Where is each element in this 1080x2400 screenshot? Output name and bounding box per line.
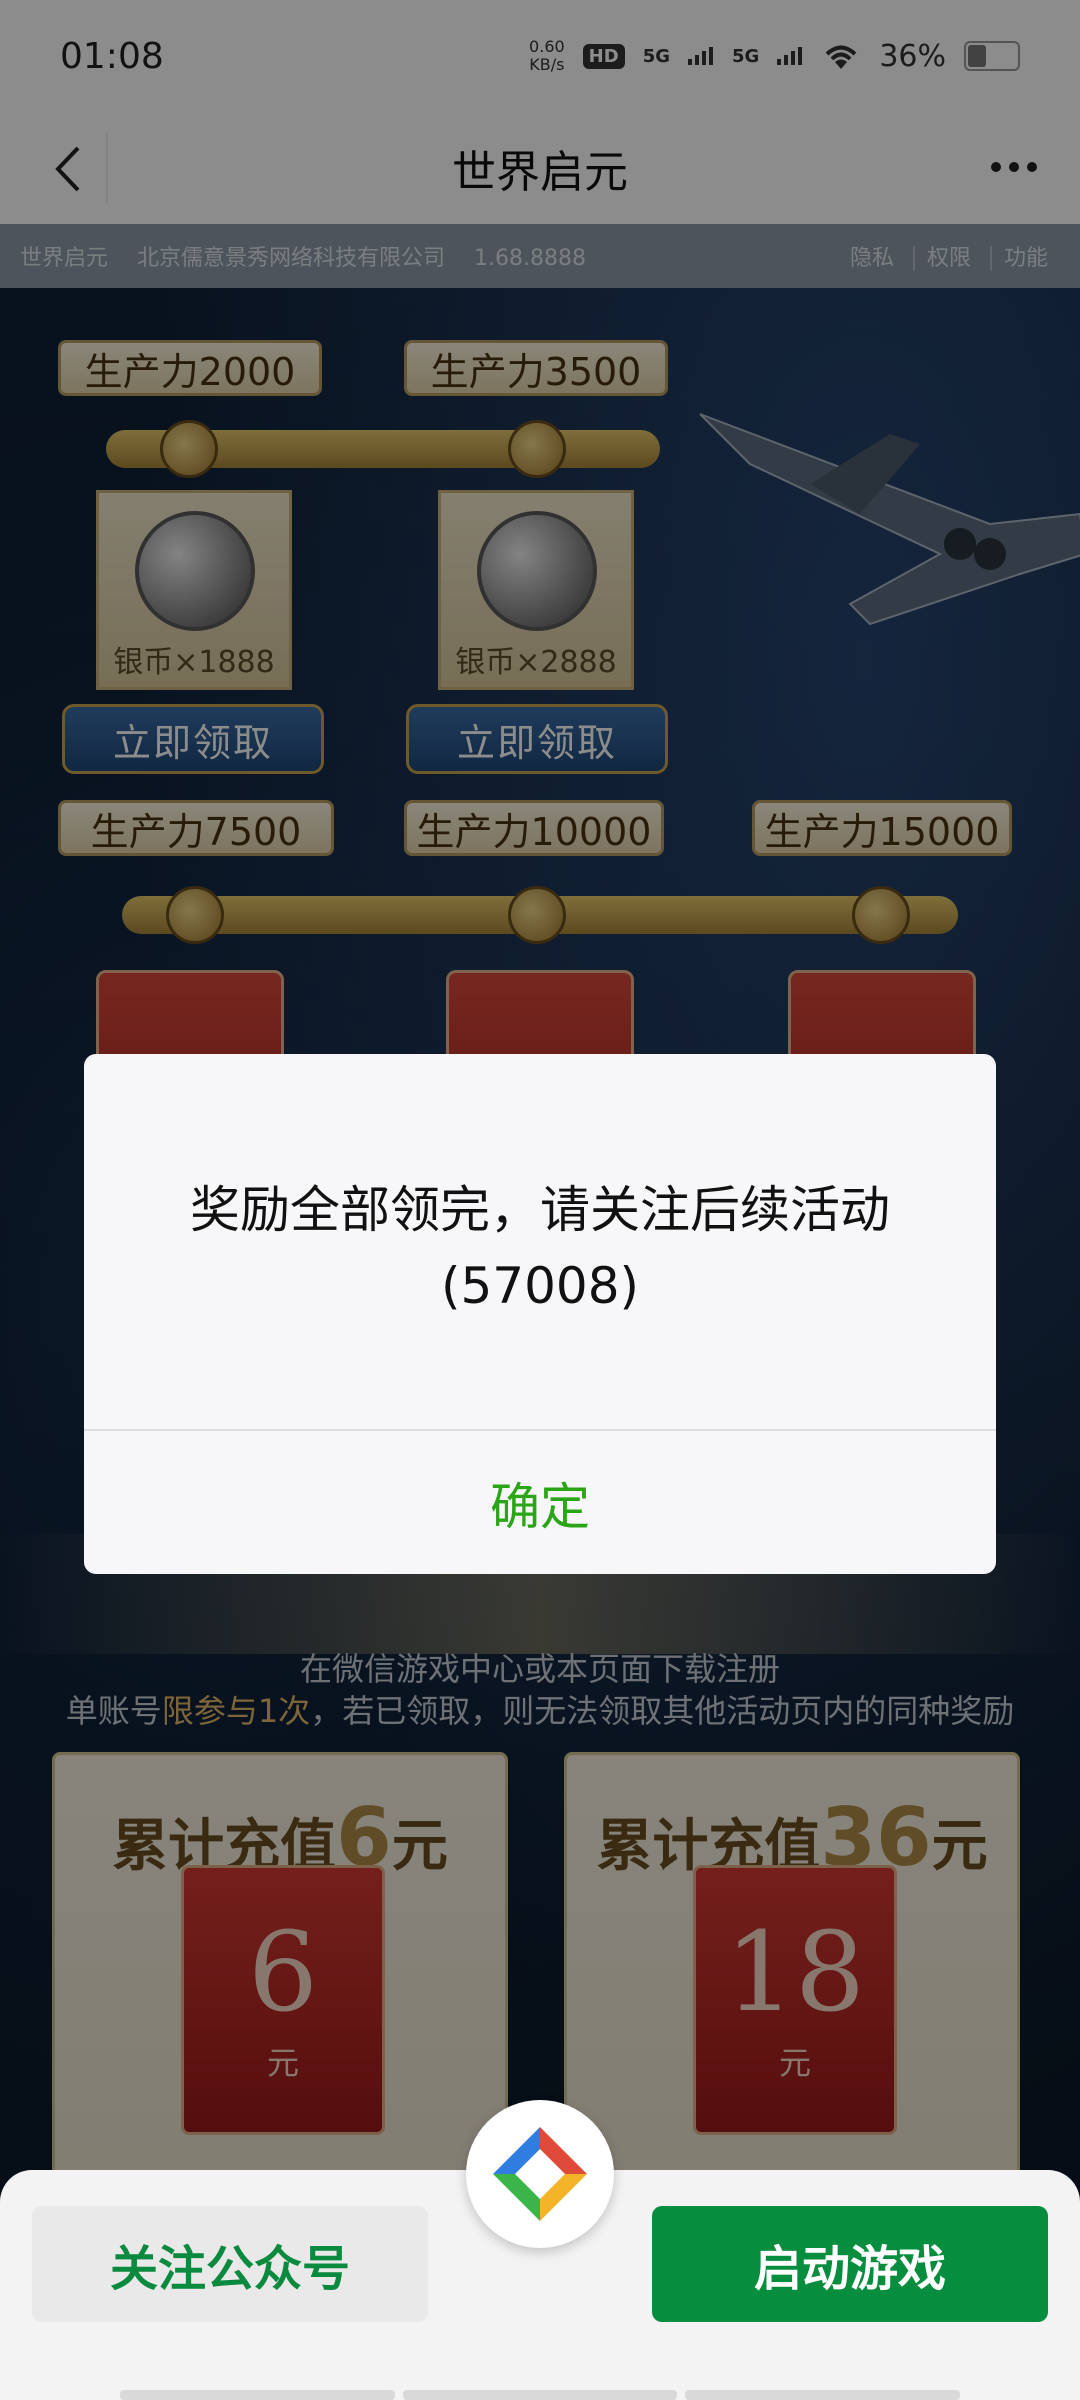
game-center-fab[interactable] xyxy=(466,2100,614,2248)
confirm-button[interactable]: 确定 xyxy=(84,1431,996,1574)
start-game-button[interactable]: 启动游戏 xyxy=(652,2206,1048,2322)
home-indicator xyxy=(120,2390,961,2400)
dialog-message: 奖励全部领完，请关注后续活动 (57008) xyxy=(190,1181,890,1315)
game-center-logo-icon xyxy=(493,2127,587,2221)
follow-official-account-button[interactable]: 关注公众号 xyxy=(32,2206,428,2322)
alert-dialog: 奖励全部领完，请关注后续活动 (57008) 确定 xyxy=(84,1054,996,1574)
